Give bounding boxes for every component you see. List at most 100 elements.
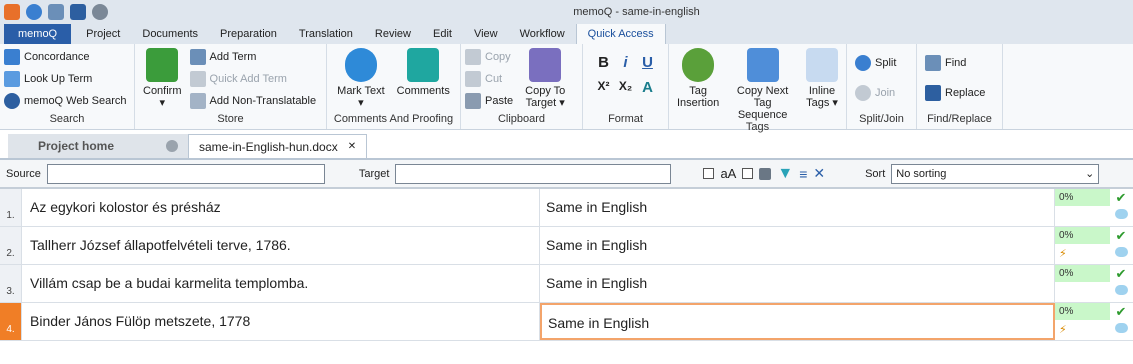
tag-insertion-button[interactable]: Tag Insertion [673,48,723,121]
tab-document[interactable]: same-in-English-hun.docx ✕ [188,134,368,158]
warning-icon[interactable]: ⚡ [1059,323,1067,336]
source-cell[interactable]: Villám csap be a budai karmelita templom… [22,265,540,302]
info-icon [344,48,377,82]
warning-icon[interactable]: ⚡ [1059,247,1067,260]
quick-access-toolbar [0,4,108,20]
memoq-logo-icon[interactable] [4,4,20,20]
confirmed-icon: ✔ [1115,304,1127,319]
confirm-icon [146,48,179,82]
paste-button[interactable]: Paste [465,92,517,110]
group-store: Confirm ▾ Add Term Quick Add Term Add Non… [135,44,327,129]
superscript-button[interactable]: X² [594,79,614,96]
tab-project[interactable]: Project [75,24,131,44]
add-non-translatable-button[interactable]: Add Non-Translatable [189,92,321,110]
join-button[interactable]: Join [855,84,908,102]
tab-review[interactable]: Review [364,24,422,44]
tab-memoq[interactable]: memoQ [4,24,72,44]
add-term-button[interactable]: Add Term [189,48,321,66]
tab-quick-access[interactable]: Quick Access [575,22,666,44]
comments-button[interactable]: Comments [393,48,454,113]
inline-tags-button[interactable]: Inline Tags ▾ [802,48,842,121]
close-icon[interactable] [166,140,178,152]
settings-icon[interactable] [48,4,64,20]
source-cell[interactable]: Az egykori kolostor és présház [22,189,540,226]
quick-add-term-button[interactable]: Quick Add Term [189,70,321,88]
table-row[interactable]: 4. Binder János Fülöp metszete, 1778 Sam… [0,303,1133,341]
source-filter-input[interactable] [46,163,325,184]
filter-icon[interactable]: ▼ [777,165,793,183]
copy-button[interactable]: Copy [465,48,517,66]
confirmed-icon: ✔ [1115,266,1127,281]
case-checkbox[interactable] [703,168,715,179]
options-icon[interactable] [759,167,772,180]
tab-project-home[interactable]: Project home [8,134,188,158]
target-cell[interactable]: Same in English [540,227,1055,264]
group-search: Concordance Look Up Term memoQ Web Searc… [0,44,135,129]
group-label-find-replace: Find/Replace [927,113,992,125]
ribbon-tabs: memoQ Project Documents Preparation Tran… [0,22,1133,44]
back-icon[interactable] [26,4,42,20]
sort-select[interactable]: No sorting ⌄ [891,163,1100,184]
row-number: 1. [0,189,22,226]
split-button[interactable]: Split [855,54,908,72]
source-cell[interactable]: Tallherr József állapotfelvételi terve, … [22,227,540,264]
close-icon[interactable]: ✕ [348,141,356,152]
group-label-search: Search [49,113,85,125]
comment-bubble-icon[interactable] [1114,209,1128,219]
tab-documents[interactable]: Documents [131,24,209,44]
table-row[interactable]: 1. Az egykori kolostor és présház Same i… [0,189,1133,227]
web-search-button[interactable]: memoQ Web Search [4,92,131,110]
regex-checkbox[interactable] [742,168,754,179]
row-status: ✔ [1110,303,1132,340]
comment-bubble-icon[interactable] [1114,247,1128,257]
grid-icon[interactable] [70,4,86,20]
chevron-down-icon: ▾ [358,97,364,109]
gear-icon[interactable] [92,4,108,20]
clear-filter-icon[interactable]: ✕ [813,165,825,182]
lookup-icon [4,71,20,87]
find-button[interactable]: Find [925,54,994,72]
mark-text-button[interactable]: Mark Text ▾ [333,48,388,113]
join-icon [855,85,871,101]
group-format: B i U X² X₂ A Format [583,44,669,129]
target-cell[interactable]: Same in English [540,265,1055,302]
tab-translation[interactable]: Translation [288,24,364,44]
look-up-term-button[interactable]: Look Up Term [4,70,131,88]
copy-to-target-button[interactable]: Copy To Target ▾ [521,48,569,113]
comment-bubble-icon[interactable] [1114,285,1128,295]
concordance-button[interactable]: Concordance [4,48,131,66]
tab-edit[interactable]: Edit [422,24,463,44]
cut-button[interactable]: Cut [465,70,517,88]
row-number: 4. [0,303,22,340]
group-label-tags: Tags [745,121,770,133]
table-row[interactable]: 2. Tallherr József állapotfelvételi terv… [0,227,1133,265]
target-cell[interactable]: Same in English [540,303,1055,340]
group-label-split-join: Split/Join [859,113,904,125]
copy-to-target-icon [529,48,562,82]
target-cell[interactable]: Same in English [540,189,1055,226]
replace-button[interactable]: Replace [925,84,994,102]
confirm-button[interactable]: Confirm ▾ [139,48,186,113]
font-case-button[interactable]: A [638,79,658,96]
underline-button[interactable]: U [638,54,658,71]
subscript-button[interactable]: X₂ [616,79,636,96]
sort-rows-icon[interactable]: ≡ [799,166,807,182]
bold-button[interactable]: B [594,54,614,71]
match-rate: 0% ⚡ [1055,227,1110,264]
comment-bubble-icon[interactable] [1114,323,1128,333]
tab-view[interactable]: View [463,24,509,44]
group-label-format: Format [608,113,643,125]
table-row[interactable]: 3. Villám csap be a budai karmelita temp… [0,265,1133,303]
source-cell[interactable]: Binder János Fülöp metszete, 1778 [22,303,540,340]
tab-preparation[interactable]: Preparation [209,24,288,44]
italic-button[interactable]: i [616,54,636,71]
target-filter-input[interactable] [395,163,672,184]
inline-tags-line2: Tags [806,97,830,109]
tag-insertion-icon [682,48,715,82]
copy-next-tag-button[interactable]: Copy Next Tag Sequence [727,48,798,121]
group-find-replace: Find Replace Find/Replace [917,44,1003,129]
tab-workflow[interactable]: Workflow [509,24,576,44]
confirmed-icon: ✔ [1115,228,1127,243]
split-icon [855,55,871,71]
group-tags: Tag Insertion Copy Next Tag Sequence Inlin… [669,44,847,133]
